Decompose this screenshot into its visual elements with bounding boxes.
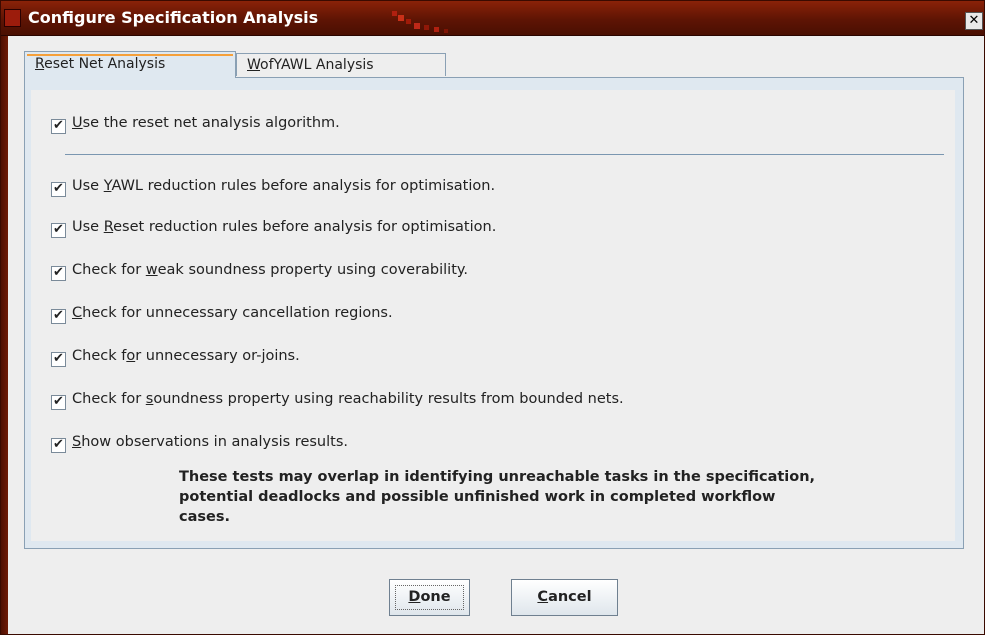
checkbox[interactable]: ✔ <box>51 119 66 134</box>
tab-mnemonic: W <box>247 57 261 73</box>
option-cancellation-regions[interactable]: ✔ Check for unnecessary cancellation regi… <box>51 304 393 324</box>
button-mnemonic: C <box>537 589 549 605</box>
checkbox[interactable]: ✔ <box>51 266 66 281</box>
option-weak-soundness[interactable]: ✔ Check for weak soundness property using… <box>51 261 469 281</box>
window-border <box>1 36 8 634</box>
app-icon <box>4 9 21 27</box>
checkbox[interactable]: ✔ <box>51 352 66 367</box>
tab-label: ofYAWL Analysis <box>260 57 374 73</box>
tab-wofyawl-analysis[interactable]: WofYAWL Analysis <box>236 53 446 76</box>
option-mnemonic: U <box>72 115 83 131</box>
option-label: eak soundness property using coverabilit… <box>157 262 469 278</box>
button-label: ancel <box>548 589 592 605</box>
option-label-pre: Use <box>72 178 104 194</box>
option-label: heck for unnecessary cancellation region… <box>82 305 393 321</box>
option-label-pre: Check f <box>72 348 127 364</box>
window-title: Configure Specification Analysis <box>28 8 319 27</box>
option-use-reset-net-analysis[interactable]: ✔ Use the reset net analysis algorithm. <box>51 114 340 134</box>
cancel-button[interactable]: Cancel <box>511 579 618 616</box>
option-label: eset reduction rules before analysis for… <box>113 219 497 235</box>
checkbox[interactable]: ✔ <box>51 395 66 410</box>
option-mnemonic: o <box>126 348 136 364</box>
option-mnemonic: S <box>72 434 82 450</box>
option-label: se the reset net analysis algorithm. <box>82 115 340 131</box>
tab-selected-indicator <box>27 54 233 56</box>
checkbox[interactable]: ✔ <box>51 223 66 238</box>
titlebar-decoration-icon <box>392 11 448 33</box>
option-label-pre: Use <box>72 219 104 235</box>
option-label-pre: Check for <box>72 391 146 407</box>
checkbox[interactable]: ✔ <box>51 182 66 197</box>
option-mnemonic: w <box>145 262 158 278</box>
option-show-observations[interactable]: ✔ Show observations in analysis results. <box>51 433 348 453</box>
option-mnemonic: R <box>103 219 114 235</box>
done-button[interactable]: Done <box>389 579 470 616</box>
option-mnemonic: C <box>72 305 83 321</box>
separator <box>65 154 944 155</box>
option-soundness-reachability[interactable]: ✔ Check for soundness property using reac… <box>51 390 624 410</box>
checkbox[interactable]: ✔ <box>51 438 66 453</box>
focus-ring <box>395 585 464 610</box>
checkbox[interactable]: ✔ <box>51 309 66 324</box>
dialog-window: Configure Specification Analysis ✕ Reset… <box>0 0 985 635</box>
option-label: oundness property using reachability res… <box>153 391 624 407</box>
option-label-pre: Check for <box>72 262 146 278</box>
option-or-joins[interactable]: ✔ Check for unnecessary or-joins. <box>51 347 300 367</box>
option-label: how observations in analysis results. <box>81 434 348 450</box>
title-bar[interactable]: Configure Specification Analysis ✕ <box>1 1 984 36</box>
option-label: r unnecessary or-joins. <box>135 348 300 364</box>
tab-label: eset Net Analysis <box>44 56 166 72</box>
info-note: These tests may overlap in identifying u… <box>179 469 816 525</box>
option-reset-reduction-rules[interactable]: ✔ Use Reset reduction rules before analys… <box>51 218 497 238</box>
option-yawl-reduction-rules[interactable]: ✔ Use YAWL reduction rules before analysi… <box>51 177 496 197</box>
tab-mnemonic: R <box>35 56 45 72</box>
option-label: AWL reduction rules before analysis for … <box>111 178 496 194</box>
close-button[interactable]: ✕ <box>965 12 983 30</box>
